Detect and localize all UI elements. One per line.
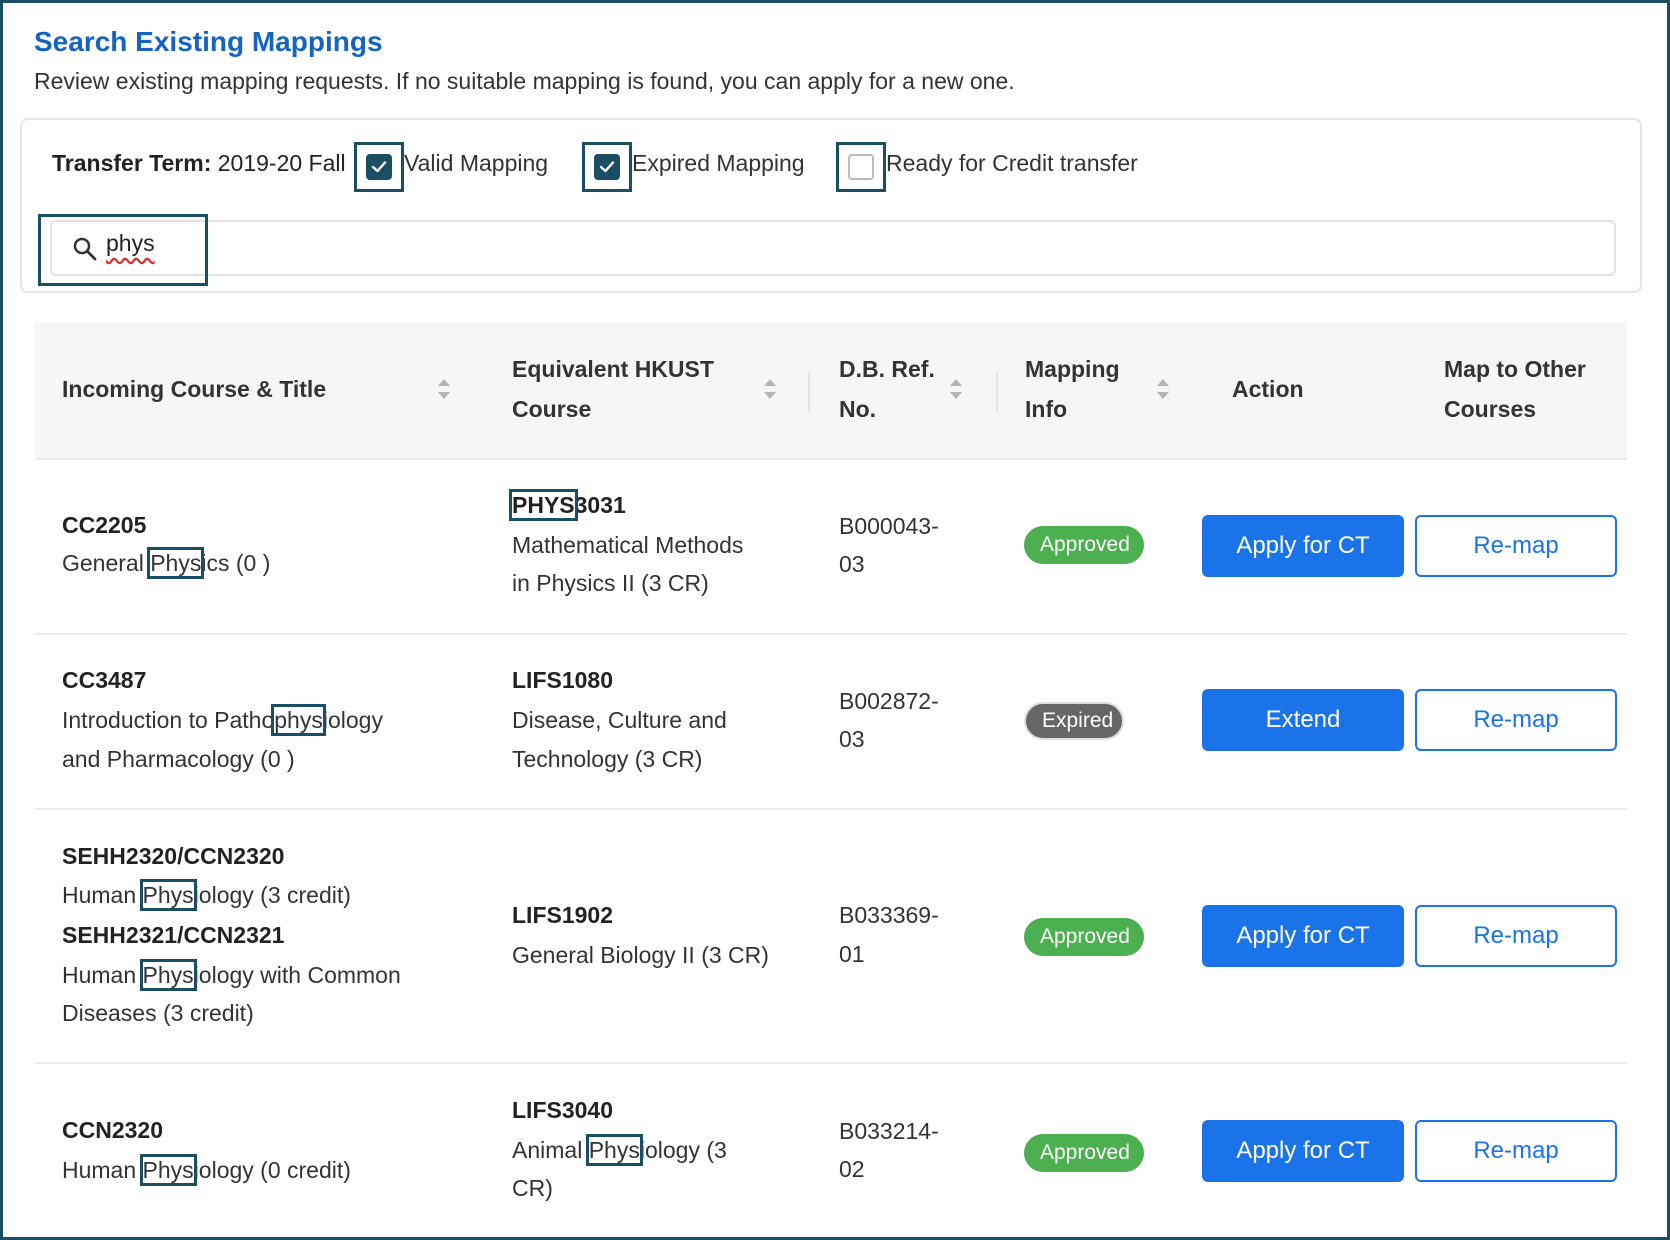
status-badge: Approved [1024,526,1144,564]
col-incoming-course[interactable]: Incoming Course & Title [62,369,326,409]
search-match-highlight: Phys [147,547,205,579]
sort-icon[interactable] [762,376,778,402]
col-mapping-info-label-1: Mapping [1025,356,1120,382]
col-map-other-label-1: Map to Other [1444,356,1586,382]
col-equivalent-course-label-1: Equivalent HKUST [512,356,714,382]
equivalent-course-title-line2: CR) [512,1175,553,1201]
search-input-value[interactable]: phys [106,230,155,257]
db-ref-line2: 01 [839,941,865,967]
re-map-button[interactable]: Re-map [1415,1120,1617,1182]
re-map-button[interactable]: Re-map [1415,689,1617,751]
search-match-highlight: Phys [585,1134,643,1166]
page-subtitle: Review existing mapping requests. If no … [34,68,1015,94]
db-ref-line1: B002872- [839,688,939,714]
search-icon [73,237,97,261]
db-ref-line1: B033214- [839,1118,939,1144]
checkbox-checked-icon [594,154,620,180]
sort-icon[interactable] [1155,376,1171,402]
col-db-ref[interactable]: D.B. Ref. No. [839,349,935,429]
col-mapping-info[interactable]: Mapping Info [1025,349,1120,429]
incoming-course-code: SEHH2320/CCN2320 [62,843,285,869]
col-incoming-course-label: Incoming Course & Title [62,376,327,402]
row-divider [35,1062,1627,1064]
db-ref-line2: 02 [839,1156,865,1182]
search-match-highlight: phys [271,704,326,736]
transfer-term-value: 2019-20 Fall [217,150,346,176]
search-match-highlight: Phys [139,1154,197,1186]
row-divider [35,633,1627,635]
ready-for-credit-transfer-label[interactable]: Ready for Credit transfer [886,150,1138,177]
equivalent-course-title-line1: Animal Physiology (3 [512,1134,727,1166]
col-db-ref-label-2: No. [839,396,877,422]
equivalent-course-title-line2: in Physics II (3 CR) [512,570,709,596]
search-match-highlight: PHYS [509,489,578,521]
incoming-course-code: CC2205 [62,512,147,538]
checkbox-checked-icon [366,154,392,180]
incoming-course-code: CC3487 [62,667,147,693]
col-equivalent-course-label-2: Course [512,396,592,422]
col-map-other-label-2: Courses [1444,396,1537,422]
valid-mapping-label[interactable]: Valid Mapping [404,150,548,177]
ready-for-credit-transfer-checkbox[interactable] [836,142,886,192]
equivalent-course-code: LIFS1902 [512,902,613,928]
db-ref-line2: 03 [839,551,865,577]
filter-panel: Transfer Term: 2019-20 Fall Valid Mappin… [20,118,1642,293]
apply-for-ct-button[interactable]: Apply for CT [1202,515,1404,577]
incoming-course-code: CCN2320 [62,1117,163,1143]
search-input[interactable] [50,220,1616,276]
equivalent-course-code: LIFS1080 [512,667,613,693]
equivalent-course-code: LIFS3040 [512,1097,613,1123]
column-divider [808,372,810,412]
search-match-highlight: Phys [139,879,197,911]
equivalent-course-title-line2: Technology (3 CR) [512,746,703,772]
column-divider [996,372,998,412]
incoming-course-title-line2: and Pharmacology (0 ) [62,746,295,772]
incoming-course-title: Human Physiology with Common [62,959,401,991]
col-map-other: Map to Other Courses [1444,349,1586,429]
db-ref-line1: B033369- [839,902,939,928]
col-mapping-info-label-2: Info [1025,396,1068,422]
status-badge: Approved [1024,1134,1144,1172]
equivalent-course-title-line1: General Biology II (3 CR) [512,942,769,968]
incoming-course-title: Human Physiology (0 credit) [62,1154,351,1186]
extend-button[interactable]: Extend [1202,689,1404,751]
equivalent-course-title-line1: Disease, Culture and [512,707,727,733]
sort-icon[interactable] [948,376,964,402]
equivalent-course-title-line1: Mathematical Methods [512,532,744,558]
apply-for-ct-button[interactable]: Apply for CT [1202,1120,1404,1182]
apply-for-ct-button[interactable]: Apply for CT [1202,905,1404,967]
db-ref-line1: B000043- [839,513,939,539]
status-badge: Expired [1024,702,1124,740]
equivalent-course-code: PHYS3031 [509,489,626,521]
col-equivalent-course[interactable]: Equivalent HKUST Course [512,349,714,429]
expired-mapping-label[interactable]: Expired Mapping [632,150,805,177]
incoming-course-title-line2: Diseases (3 credit) [62,1000,254,1026]
transfer-term: Transfer Term: 2019-20 Fall [52,150,346,177]
row-divider [35,808,1627,810]
transfer-term-label: Transfer Term: [52,150,212,176]
incoming-course-code: SEHH2321/CCN2321 [62,922,285,948]
col-action: Action [1232,369,1304,409]
re-map-button[interactable]: Re-map [1415,515,1617,577]
page-title: Search Existing Mappings [34,26,383,57]
expired-mapping-checkbox[interactable] [582,142,632,192]
incoming-course-title: Human Physiology (3 credit) [62,879,351,911]
valid-mapping-checkbox[interactable] [354,142,404,192]
checkbox-unchecked-icon [848,154,874,180]
row-divider [35,458,1627,460]
status-badge: Approved [1024,918,1144,956]
incoming-course-title: Introduction to Pathophysiology [62,704,383,736]
re-map-button[interactable]: Re-map [1415,905,1617,967]
incoming-course-title: General Physics (0 ) [62,547,271,579]
sort-icon[interactable] [436,376,452,402]
search-match-highlight: Phys [139,959,197,991]
col-db-ref-label-1: D.B. Ref. [839,356,935,382]
col-action-label: Action [1232,376,1304,402]
db-ref-line2: 03 [839,726,865,752]
